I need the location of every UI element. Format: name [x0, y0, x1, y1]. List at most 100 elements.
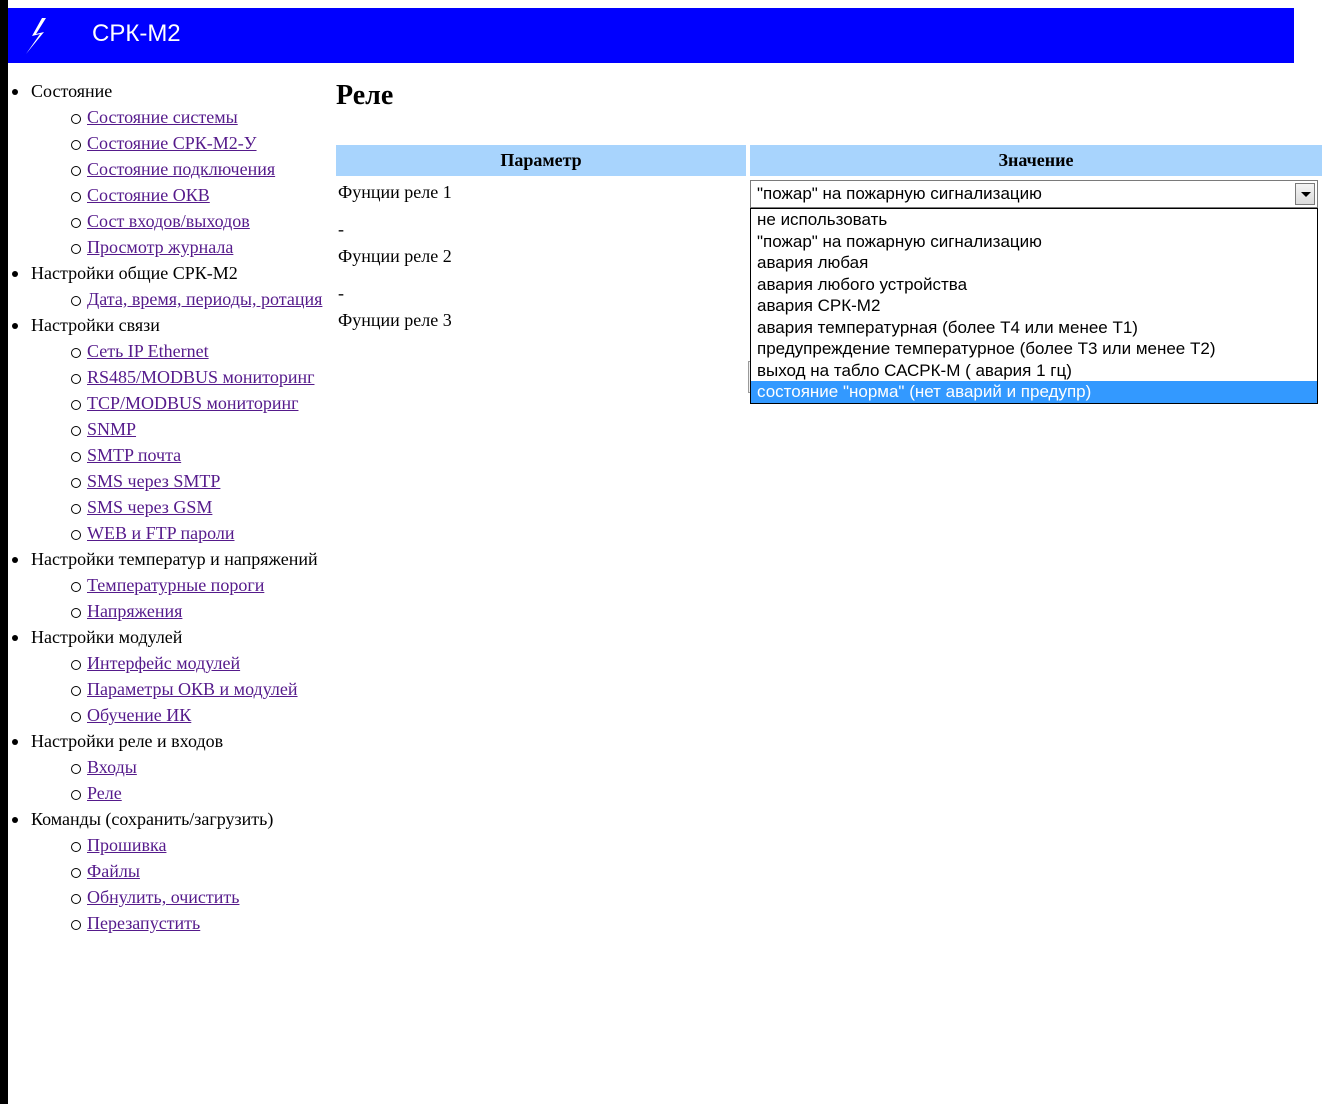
- nav-link[interactable]: Дата, время, периоды, ротация: [87, 289, 322, 309]
- nav-item: Состояние подключения: [31, 156, 328, 182]
- nav-link[interactable]: Параметры ОКВ и модулей: [87, 679, 298, 699]
- nav-item: Перезапустить: [31, 910, 328, 936]
- left-border: [0, 0, 8, 1104]
- nav-item: Состояние ОКВ: [31, 182, 328, 208]
- relay-1-select[interactable]: "пожар" на пожарную сигнализацию: [750, 180, 1318, 208]
- nav-link[interactable]: SNMP: [87, 419, 136, 439]
- relay-1-selected-value: "пожар" на пожарную сигнализацию: [757, 184, 1042, 203]
- row-separator: -: [338, 283, 344, 303]
- nav-item: Интерфейс модулей: [31, 650, 328, 676]
- nav-group: Настройки реле и входов Входы Реле: [8, 728, 328, 806]
- nav-item: Входы: [31, 754, 328, 780]
- nav-link[interactable]: Состояние системы: [87, 107, 238, 127]
- dropdown-option[interactable]: "пожар" на пожарную сигнализацию: [751, 231, 1317, 253]
- nav-item: Температурные пороги: [31, 572, 328, 598]
- nav-link[interactable]: RS485/MODBUS мониторинг: [87, 367, 314, 387]
- dropdown-option[interactable]: не использовать: [751, 209, 1317, 231]
- dropdown-option[interactable]: авария температурная (более Т4 или менее…: [751, 317, 1317, 339]
- nav-link[interactable]: Сост входов/выходов: [87, 211, 250, 231]
- nav-link[interactable]: SMS через GSM: [87, 497, 212, 517]
- nav-item: SMS через GSM: [31, 494, 328, 520]
- nav-group-label: Настройки реле и входов: [31, 731, 224, 751]
- nav-item: TCP/MODBUS мониторинг: [31, 390, 328, 416]
- nav-link[interactable]: Файлы: [87, 861, 140, 881]
- nav-item: Обнулить, очистить: [31, 884, 328, 910]
- lightning-logo-icon: [26, 18, 46, 54]
- app-title: СРК-М2: [92, 20, 181, 47]
- nav-sub-list: Температурные пороги Напряжения: [31, 572, 328, 624]
- nav-link[interactable]: Температурные пороги: [87, 575, 264, 595]
- dropdown-option[interactable]: авария СРК-М2: [751, 295, 1317, 317]
- nav-item: Сост входов/выходов: [31, 208, 328, 234]
- nav-item: RS485/MODBUS мониторинг: [31, 364, 328, 390]
- nav-link[interactable]: Обнулить, очистить: [87, 887, 239, 907]
- nav-group-label: Настройки общие СРК-М2: [31, 263, 238, 283]
- nav-group: Настройки температур и напряжений Темпера…: [8, 546, 328, 624]
- nav-group: Настройки связи Сеть IP Ethernet RS485/MOD…: [8, 312, 328, 546]
- nav-link[interactable]: Состояние СРК-М2-У: [87, 133, 257, 153]
- nav-link[interactable]: WEB и FTP пароли: [87, 523, 234, 543]
- page-title: Реле: [336, 80, 394, 111]
- dropdown-option[interactable]: авария любого устройства: [751, 274, 1317, 296]
- nav-sub-list: Состояние системы Состояние СРК-М2-У Состо…: [31, 104, 328, 260]
- nav-item: Обучение ИК: [31, 702, 328, 728]
- nav-group-list: Состояние Состояние системы Состояние СРК-…: [8, 78, 328, 936]
- relay-1-label: Фунции реле 1: [338, 182, 452, 202]
- nav-sub-list: Сеть IP Ethernet RS485/MODBUS мониторинг T…: [31, 338, 328, 546]
- dropdown-option[interactable]: предупреждение температурное (более Т3 и…: [751, 338, 1317, 360]
- dropdown-option[interactable]: состояние "норма" (нет аварий и предупр): [751, 381, 1317, 403]
- nav-item: Реле: [31, 780, 328, 806]
- nav-sub-list: Входы Реле: [31, 754, 328, 806]
- nav-link[interactable]: Интерфейс модулей: [87, 653, 240, 673]
- nav-item: Параметры ОКВ и модулей: [31, 676, 328, 702]
- relay-2-label: Фунции реле 2: [338, 246, 452, 266]
- nav-link[interactable]: Сеть IP Ethernet: [87, 341, 209, 361]
- nav-link[interactable]: Прошивка: [87, 835, 166, 855]
- nav-link[interactable]: Входы: [87, 757, 137, 777]
- nav-link[interactable]: Реле: [87, 783, 122, 803]
- nav-link[interactable]: Напряжения: [87, 601, 182, 621]
- nav-link[interactable]: SMS через SMTP: [87, 471, 220, 491]
- nav-item: Прошивка: [31, 832, 328, 858]
- nav-sub-list: Интерфейс модулей Параметры ОКВ и модулей…: [31, 650, 328, 728]
- nav-item: SNMP: [31, 416, 328, 442]
- row-separator: -: [338, 219, 344, 239]
- nav-item: Файлы: [31, 858, 328, 884]
- sidebar-nav: Состояние Состояние системы Состояние СРК-…: [8, 78, 328, 936]
- nav-link[interactable]: Просмотр журнала: [87, 237, 233, 257]
- nav-item: Дата, время, периоды, ротация: [31, 286, 328, 312]
- nav-item: WEB и FTP пароли: [31, 520, 328, 546]
- nav-item: Состояние системы: [31, 104, 328, 130]
- chevron-down-icon[interactable]: [1295, 183, 1315, 205]
- column-header-parameter: Параметр: [336, 145, 746, 176]
- relay-3-label: Фунции реле 3: [338, 310, 452, 330]
- relay-1-dropdown-list: не использовать "пожар" на пожарную сигна…: [750, 208, 1318, 404]
- nav-group: Настройки общие СРК-М2 Дата, время, перио…: [8, 260, 328, 312]
- right-strip: [1294, 0, 1322, 63]
- dropdown-option[interactable]: выход на табло САСРК-М ( авария 1 гц): [751, 360, 1317, 382]
- nav-group-label: Настройки температур и напряжений: [31, 549, 318, 569]
- nav-group: Настройки модулей Интерфейс модулей Параме…: [8, 624, 328, 728]
- nav-sub-list: Прошивка Файлы Обнулить, очистить Перезапус…: [31, 832, 328, 936]
- nav-item: SMS через SMTP: [31, 468, 328, 494]
- nav-link[interactable]: Состояние ОКВ: [87, 185, 210, 205]
- nav-item: Сеть IP Ethernet: [31, 338, 328, 364]
- nav-item: Напряжения: [31, 598, 328, 624]
- nav-group-label: Команды (сохранить/загрузить): [31, 809, 274, 829]
- nav-item: Состояние СРК-М2-У: [31, 130, 328, 156]
- nav-group: Команды (сохранить/загрузить) Прошивка Фай…: [8, 806, 328, 936]
- nav-group-label: Настройки связи: [31, 315, 160, 335]
- dropdown-option[interactable]: авария любая: [751, 252, 1317, 274]
- column-header-value: Значение: [750, 145, 1322, 176]
- nav-link[interactable]: Обучение ИК: [87, 705, 191, 725]
- nav-link[interactable]: SMTP почта: [87, 445, 181, 465]
- nav-link[interactable]: Перезапустить: [87, 913, 200, 933]
- top-margin: [0, 0, 1322, 8]
- nav-link[interactable]: TCP/MODBUS мониторинг: [87, 393, 298, 413]
- nav-item: SMTP почта: [31, 442, 328, 468]
- nav-item: Просмотр журнала: [31, 234, 328, 260]
- nav-group: Состояние Состояние системы Состояние СРК-…: [8, 78, 328, 260]
- nav-sub-list: Дата, время, периоды, ротация: [31, 286, 328, 312]
- app-header: СРК-М2: [8, 8, 1294, 63]
- nav-link[interactable]: Состояние подключения: [87, 159, 275, 179]
